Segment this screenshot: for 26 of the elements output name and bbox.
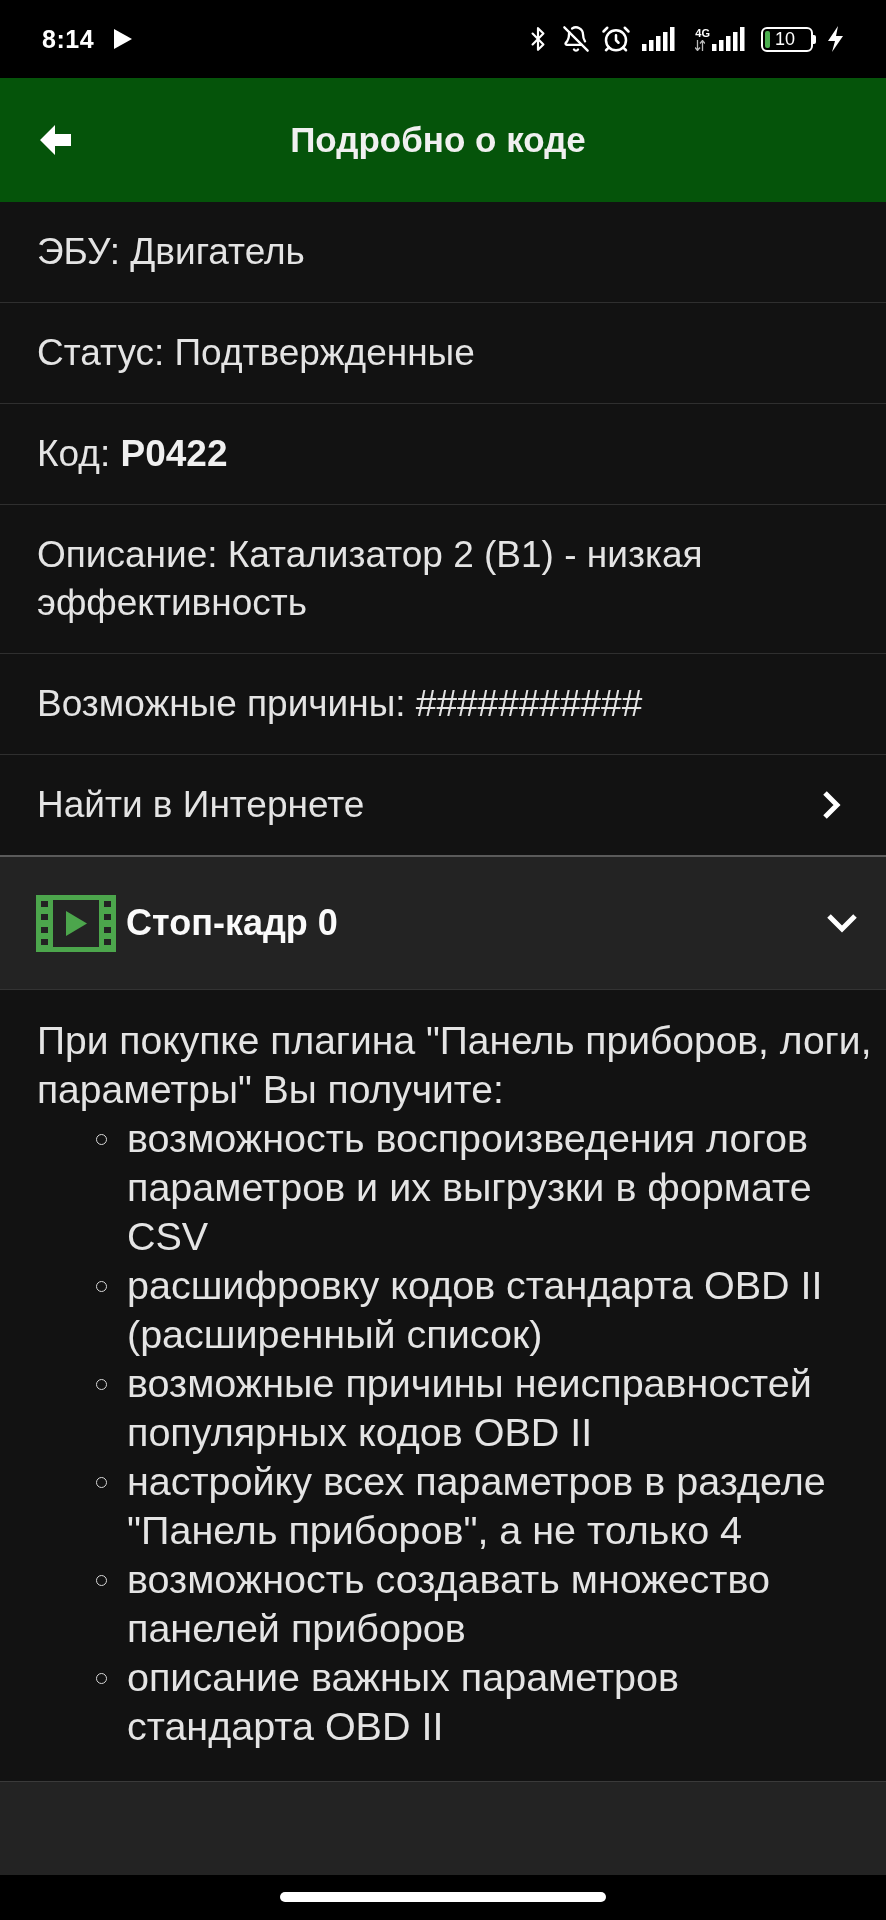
detail-text: ЭБУ: Двигатель bbox=[37, 230, 305, 274]
section-title: Стоп-кадр 0 bbox=[126, 902, 339, 944]
bell-off-icon bbox=[562, 25, 591, 53]
network-type-text: 4G bbox=[695, 28, 710, 39]
play-icon bbox=[114, 29, 133, 49]
detail-text: Возможные причины: ########### bbox=[37, 682, 643, 726]
chevron-down-icon bbox=[826, 913, 858, 933]
battery-charge-icon bbox=[765, 30, 770, 48]
clock-text: 8:14 bbox=[42, 24, 95, 54]
signal-icon bbox=[642, 27, 677, 51]
detail-text: Код: P0422 bbox=[37, 432, 228, 476]
chevron-right-icon bbox=[822, 790, 842, 820]
detail-text: Статус: Подтвержденные bbox=[37, 331, 475, 375]
signal-icon bbox=[712, 27, 746, 51]
intro-text: При покупке плагина "Панель приборов, логи, параметры" Вы получите: bbox=[37, 1018, 873, 1113]
list-text: расшифровку кодов стандарта OBD II (расширенный список) bbox=[127, 1262, 824, 1358]
battery-text: 10 bbox=[775, 30, 796, 48]
arrow-left-icon bbox=[40, 125, 71, 155]
alarm-clock-icon bbox=[601, 24, 632, 54]
screen-title: Подробно о коде bbox=[289, 120, 587, 160]
film-icon bbox=[36, 894, 116, 952]
data-arrows-icon bbox=[695, 40, 706, 51]
detail-text: Описание: Катализатор 2 (B1) - низкая эффективность bbox=[37, 533, 704, 625]
list-text: описание важных параметров стандарта OBD II bbox=[127, 1654, 680, 1750]
lightning-icon bbox=[827, 26, 844, 52]
section-header[interactable]: Стоп-кадр 0 bbox=[0, 857, 886, 990]
